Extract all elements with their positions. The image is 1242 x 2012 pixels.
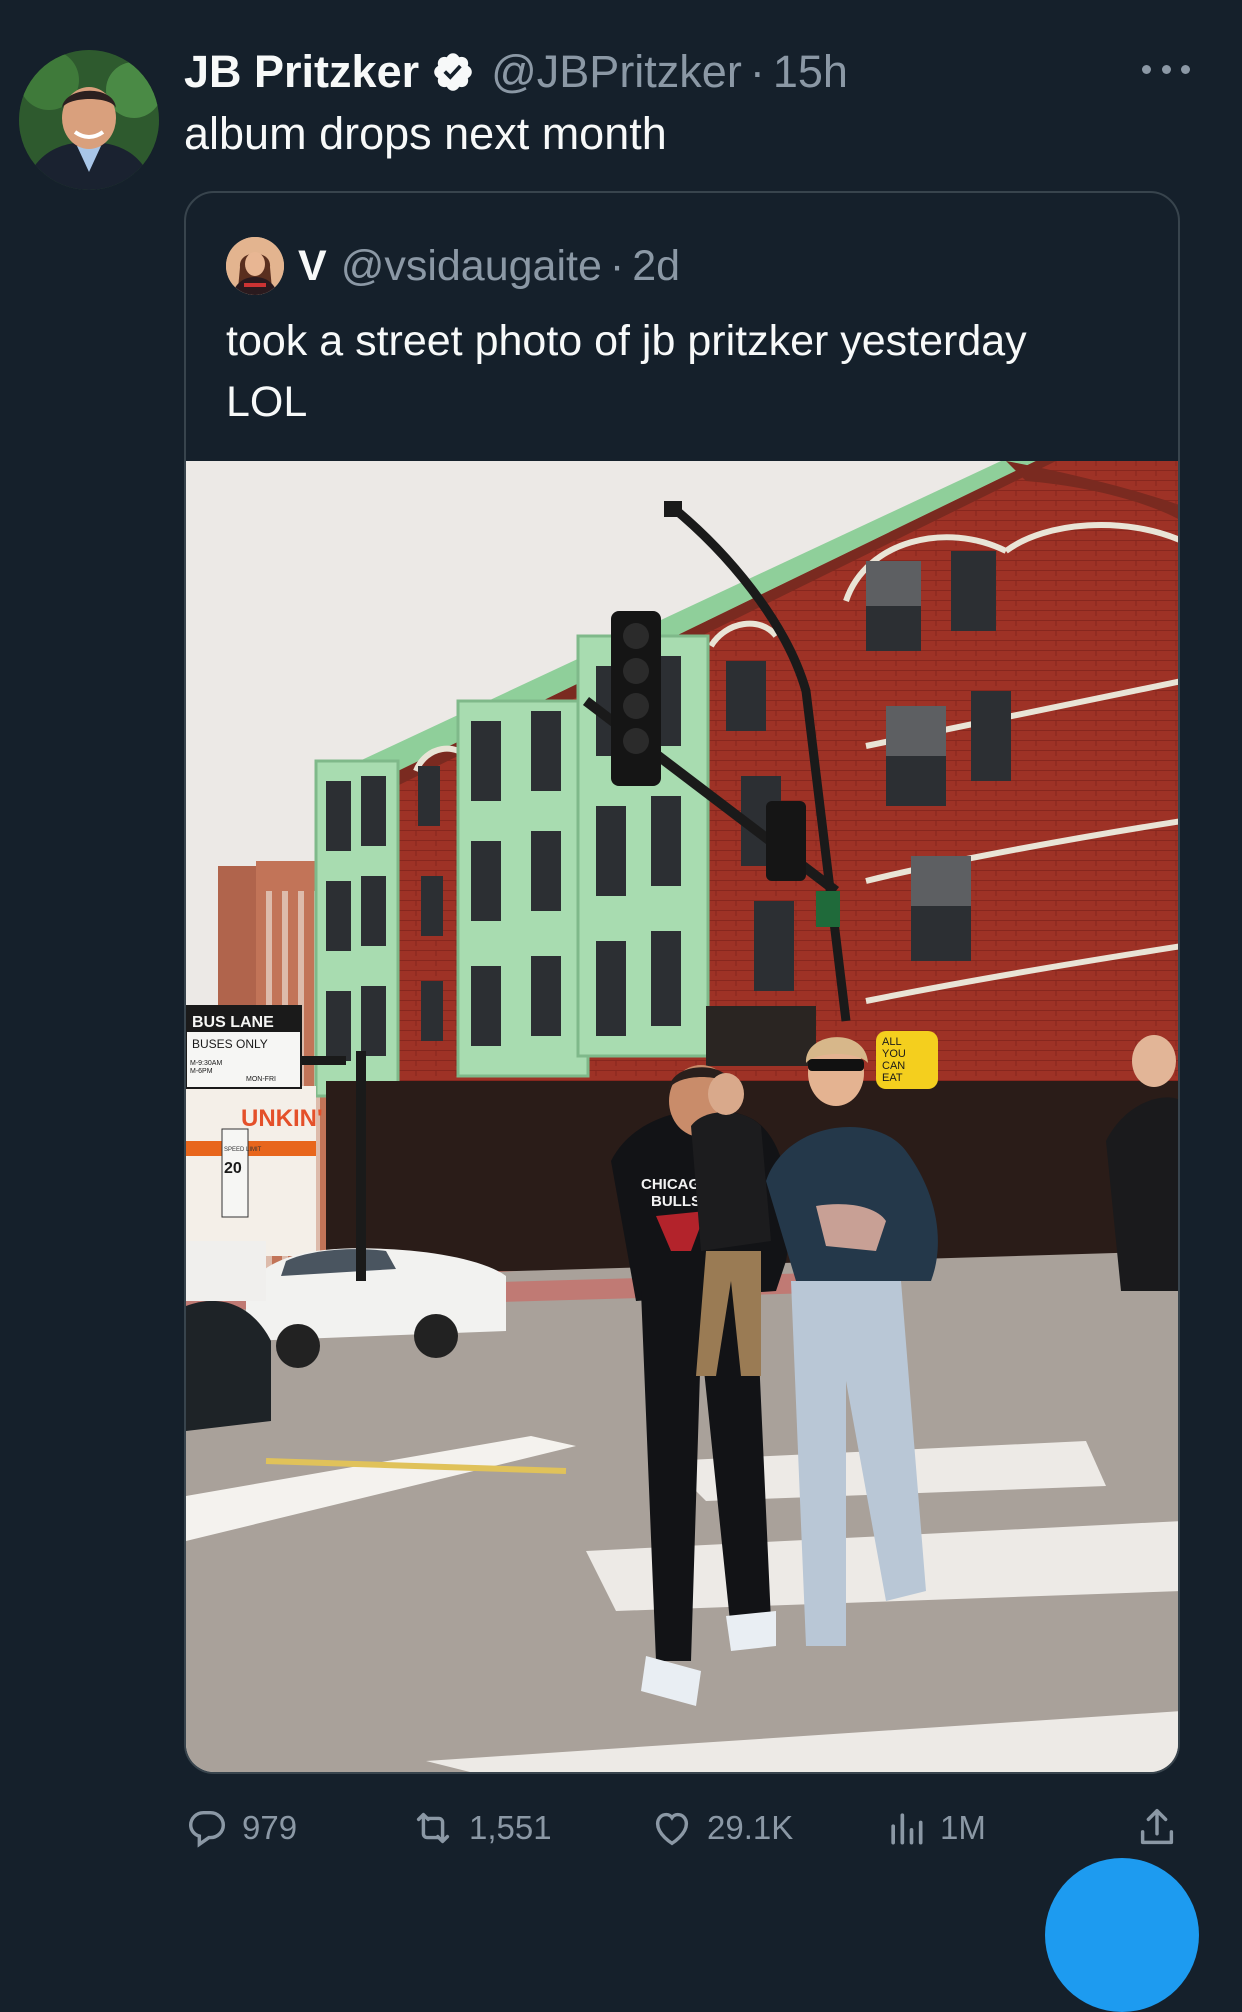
speed-limit-value: 20 xyxy=(224,1160,242,1177)
tweet[interactable]: JB Pritzker @JBPritzker · 15h album drop… xyxy=(0,0,1242,2012)
reply-count: 979 xyxy=(242,1809,298,1846)
views-icon xyxy=(891,1813,923,1845)
store-sign: UNKIN' xyxy=(241,1105,323,1132)
tweet-text: album drops next month xyxy=(184,108,667,159)
header-separator: · xyxy=(749,46,765,97)
bus-lane-sign-title: BUS LANE xyxy=(192,1014,274,1031)
like-count: 29.1K xyxy=(707,1809,794,1846)
like-action[interactable]: 29.1K xyxy=(649,1800,793,1856)
author-avatar-image xyxy=(19,50,159,190)
repost-count: 1,551 xyxy=(469,1809,552,1846)
quoted-tweet-header: V @vsidaugaite · 2d xyxy=(226,233,680,299)
reply-icon xyxy=(188,1810,226,1848)
quoted-author-avatar[interactable] xyxy=(226,237,284,295)
bus-lane-sign-subtitle: BUSES ONLY xyxy=(192,1037,268,1051)
quoted-tweet-text: took a street photo of jb pritzker yeste… xyxy=(226,311,1146,433)
verified-badge-icon[interactable] xyxy=(431,50,475,94)
heart-icon xyxy=(655,1812,689,1846)
views-action[interactable]: 1M xyxy=(884,1800,986,1856)
quoted-text-line-2: LOL xyxy=(226,378,308,426)
author-name[interactable]: JB Pritzker xyxy=(184,46,419,98)
views-count: 1M xyxy=(940,1809,986,1846)
hoodie-text-2: BULLS xyxy=(651,1193,701,1210)
quoted-header-separator: · xyxy=(609,241,625,290)
shop-sign-line-3: CAN xyxy=(882,1060,905,1072)
quoted-avatar-image xyxy=(226,237,284,295)
repost-action[interactable]: 1,551 xyxy=(409,1800,552,1856)
bus-lane-sign-days: MON-FRI xyxy=(246,1076,276,1083)
street-photo[interactable]: UNKIN' ALL YOU CAN EAT BUS LANE BUSES ON… xyxy=(186,461,1180,1774)
tweet-header: JB Pritzker @JBPritzker · 15h xyxy=(184,44,1182,100)
author-handle[interactable]: @JBPritzker xyxy=(491,46,742,98)
compose-button[interactable] xyxy=(1045,1858,1199,2012)
quoted-timestamp[interactable]: 2d xyxy=(632,242,680,291)
tweet-timestamp[interactable]: 15h xyxy=(773,46,848,98)
quoted-author-handle[interactable]: @vsidaugaite xyxy=(341,242,602,291)
shop-sign-line-1: ALL xyxy=(882,1036,902,1048)
repost-icon xyxy=(416,1812,450,1844)
share-action[interactable] xyxy=(1134,1800,1180,1856)
quoted-text-line-1: took a street photo of jb pritzker yeste… xyxy=(226,317,1027,365)
shop-sign-line-2: YOU xyxy=(882,1048,906,1060)
reply-action[interactable]: 979 xyxy=(184,1800,297,1856)
quoted-author-name[interactable]: V xyxy=(298,242,327,291)
bus-lane-sign-hours-2: M-6PM xyxy=(190,1068,213,1075)
bus-lane-sign-hours-1: M-9:30AM xyxy=(190,1060,222,1067)
more-options-icon[interactable] xyxy=(1142,54,1190,84)
action-bar: 979 1,551 29.1K 1M xyxy=(184,1800,1184,1856)
author-avatar[interactable] xyxy=(19,50,159,190)
quoted-tweet[interactable]: V @vsidaugaite · 2d took a street photo … xyxy=(184,191,1180,1774)
speed-limit-label: SPEED LIMIT xyxy=(224,1147,262,1153)
share-icon xyxy=(1140,1809,1174,1845)
shop-sign-line-4: EAT xyxy=(882,1072,903,1084)
